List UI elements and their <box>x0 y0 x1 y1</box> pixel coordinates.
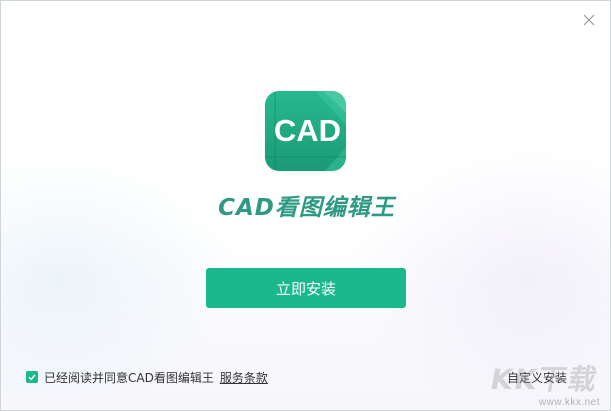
custom-install-link[interactable]: 自定义安装 <box>507 369 567 386</box>
install-button[interactable]: 立即安装 <box>206 268 406 308</box>
app-logo-icon: CAD <box>265 91 346 171</box>
app-icon-label: CAD <box>273 113 342 148</box>
agreement-row: 已经阅读并同意CAD看图编辑王 服务条款 <box>26 368 268 386</box>
app-title: CAD看图编辑王 <box>218 195 395 221</box>
agreement-checkbox[interactable] <box>26 371 38 383</box>
terms-link[interactable]: 服务条款 <box>220 369 268 386</box>
close-icon[interactable] <box>581 12 597 28</box>
installer-window: CAD CAD看图编辑王 立即安装 已经阅读并同意CAD看图编辑王 服务条款 自… <box>0 0 611 411</box>
agreement-text: 已经阅读并同意CAD看图编辑王 <box>44 370 214 385</box>
checkmark-icon <box>28 374 36 381</box>
